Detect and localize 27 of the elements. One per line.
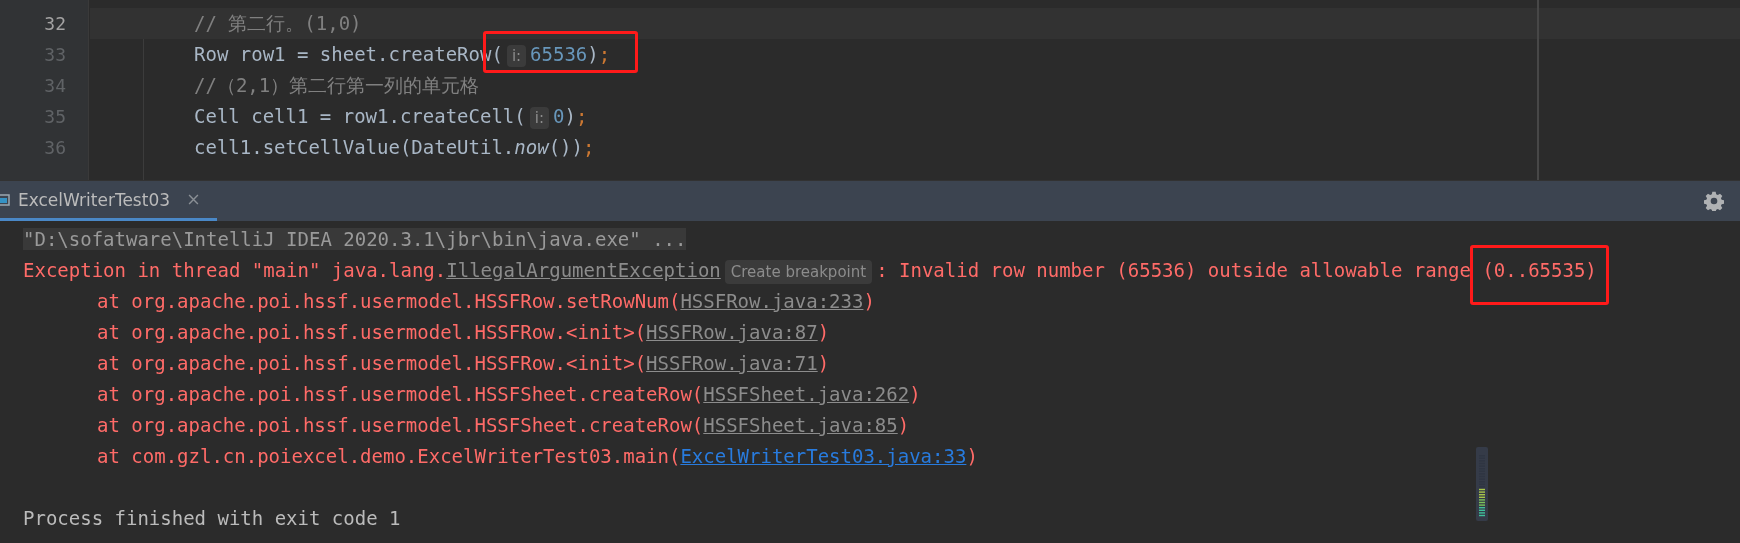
- parameter-hint: i:: [506, 45, 527, 67]
- parameter-hint: i:: [529, 107, 549, 129]
- source-link[interactable]: HSSFRow.java:233: [680, 290, 864, 312]
- console-line: at org.apache.poi.hssf.usermodel.HSSFSheet.createRow(HSSFSheet.java:262): [96, 382, 921, 407]
- line-number: 32: [44, 12, 67, 36]
- console-icon: [0, 192, 10, 207]
- run-tab[interactable]: ExcelWriterTest03: [0, 181, 217, 221]
- source-link[interactable]: HSSFSheet.java:85: [703, 414, 898, 436]
- breakpoint-hint[interactable]: Create breakpoint: [724, 260, 873, 284]
- source-link[interactable]: HSSFRow.java:87: [646, 321, 818, 343]
- console-line: at org.apache.poi.hssf.usermodel.HSSFRow.<init>(HSSFRow.java:87): [96, 320, 830, 345]
- source-link[interactable]: IllegalArgumentException: [446, 259, 721, 281]
- source-link[interactable]: HSSFSheet.java:262: [703, 383, 910, 405]
- console-line: at org.apache.poi.hssf.usermodel.HSSFRow.setRowNum(HSSFRow.java:233): [96, 289, 875, 314]
- close-icon[interactable]: [188, 194, 199, 205]
- settings-icon[interactable]: [1704, 191, 1724, 211]
- console-line: Exception in thread "main" java.lang.IllegalArgumentException Create breakpoint : Invalid row number (65536) outside allowable range (0..65535): [23, 255, 1597, 288]
- code-line: Cell cell1 = row1.createCell( i: 0);: [194, 104, 588, 131]
- console-line: at org.apache.poi.hssf.usermodel.HSSFRow.<init>(HSSFRow.java:71): [96, 351, 830, 376]
- source-link[interactable]: ExcelWriterTest03.java:33: [680, 445, 967, 467]
- code-line: // 第二行。(1,0): [194, 11, 362, 36]
- console-line: at com.gzl.cn.poiexcel.demo.ExcelWriterTest03.main(ExcelWriterTest03.java:33): [96, 444, 978, 469]
- code-line: //（2,1）第二行第一列的单元格: [194, 73, 480, 98]
- console-line: Process finished with exit code 1: [23, 506, 401, 531]
- source-link[interactable]: HSSFRow.java:71: [646, 352, 818, 374]
- code-line: cell1.setCellValue(DateUtil.now());: [194, 135, 595, 160]
- console-line: at org.apache.poi.hssf.usermodel.HSSFSheet.createRow(HSSFSheet.java:85): [96, 413, 910, 438]
